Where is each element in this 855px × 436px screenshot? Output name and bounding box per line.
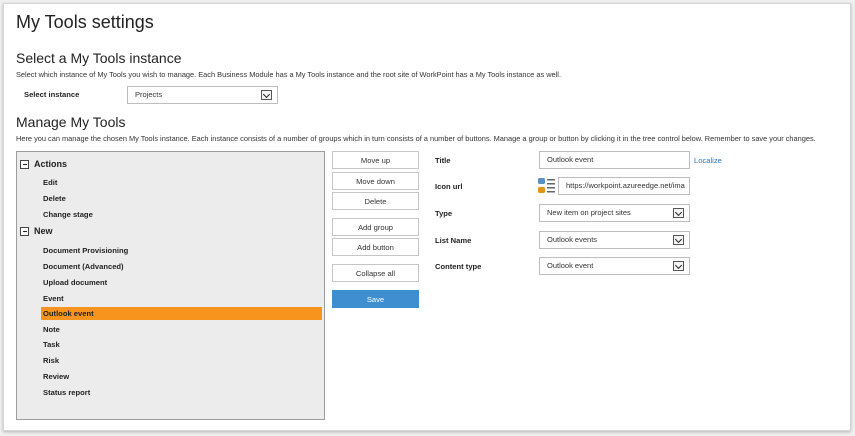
- add-group-button[interactable]: Add group: [332, 218, 419, 236]
- select-instance-heading: Select a My Tools instance: [16, 50, 182, 66]
- collapse-all-button[interactable]: Collapse all: [332, 264, 419, 282]
- move-down-button[interactable]: Move down: [332, 172, 419, 190]
- type-label: Type: [435, 209, 453, 218]
- list-name-value: Outlook events: [547, 235, 598, 244]
- save-button[interactable]: Save: [332, 290, 419, 308]
- list-icon: [537, 177, 557, 195]
- tree-group-label: New: [34, 226, 53, 236]
- title-input[interactable]: Outlook event: [539, 151, 690, 169]
- tree-item[interactable]: Task: [41, 338, 322, 351]
- content-type-dropdown[interactable]: Outlook event: [539, 257, 690, 275]
- chevron-down-icon[interactable]: [673, 261, 684, 271]
- delete-button[interactable]: Delete: [332, 192, 419, 210]
- content-type-label: Content type: [435, 262, 482, 271]
- select-instance-description: Select which instance of My Tools you wi…: [16, 70, 561, 79]
- tree-item[interactable]: Status report: [41, 386, 322, 399]
- page-title: My Tools settings: [16, 12, 154, 32]
- tree-group-label: Actions: [34, 159, 68, 169]
- title-label: Title: [435, 156, 451, 165]
- collapse-icon[interactable]: [20, 159, 29, 169]
- tools-tree: Actions Edit Delete Change stage New Doc…: [16, 151, 325, 420]
- select-instance-value: Projects: [135, 90, 163, 99]
- tree-group-new[interactable]: New: [20, 226, 53, 236]
- tree-item-selected[interactable]: Outlook event: [41, 307, 322, 320]
- type-dropdown[interactable]: New item on project sites: [539, 204, 690, 222]
- tree-item[interactable]: Event: [41, 292, 322, 305]
- content-type-value: Outlook event: [547, 261, 594, 270]
- list-name-label: List Name: [435, 236, 472, 245]
- add-button-button[interactable]: Add button: [332, 238, 419, 256]
- select-instance-dropdown[interactable]: Projects: [127, 86, 278, 104]
- tree-item[interactable]: Document (Advanced): [41, 260, 322, 273]
- select-instance-label: Select instance: [24, 90, 80, 99]
- title-input-value: Outlook event: [547, 155, 594, 164]
- tree-item[interactable]: Review: [41, 370, 322, 383]
- icon-url-input[interactable]: https://workpoint.azureedge.net/ima: [558, 177, 690, 195]
- tree-item[interactable]: Note: [41, 323, 322, 336]
- tree-item[interactable]: Document Provisioning: [41, 244, 322, 257]
- manage-description: Here you can manage the chosen My Tools …: [16, 134, 816, 143]
- chevron-down-icon[interactable]: [673, 235, 684, 245]
- tree-item[interactable]: Risk: [41, 354, 322, 367]
- list-name-dropdown[interactable]: Outlook events: [539, 231, 690, 249]
- tree-group-actions[interactable]: Actions: [20, 159, 67, 169]
- tree-item[interactable]: Change stage: [41, 208, 322, 221]
- localize-link[interactable]: Localize: [694, 156, 722, 165]
- icon-url-value: https://workpoint.azureedge.net/ima: [566, 181, 685, 190]
- tree-item[interactable]: Upload document: [41, 276, 322, 289]
- type-value: New item on project sites: [547, 208, 631, 217]
- move-up-button[interactable]: Move up: [332, 151, 419, 169]
- tree-item[interactable]: Edit: [41, 176, 322, 189]
- chevron-down-icon[interactable]: [673, 208, 684, 218]
- tree-item[interactable]: Delete: [41, 192, 322, 205]
- settings-panel: My Tools settings Select a My Tools inst…: [3, 3, 851, 431]
- collapse-icon[interactable]: [20, 226, 29, 236]
- chevron-down-icon[interactable]: [261, 90, 272, 100]
- manage-heading: Manage My Tools: [16, 114, 126, 130]
- icon-url-label: Icon url: [435, 182, 463, 191]
